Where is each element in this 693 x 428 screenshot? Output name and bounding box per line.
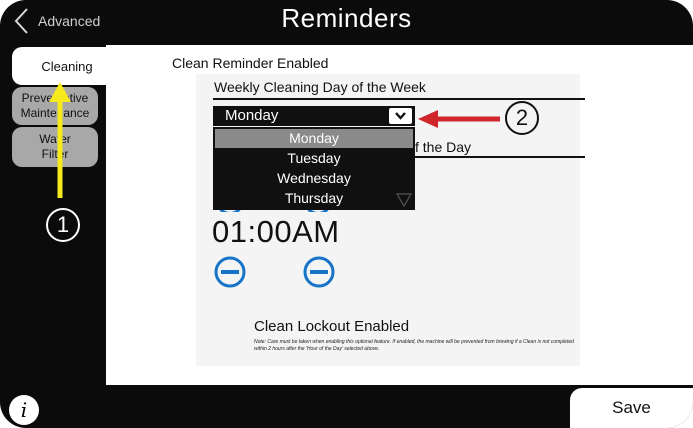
decrement-hour-button[interactable] — [214, 256, 246, 288]
day-of-week-select[interactable]: Monday — [213, 106, 415, 126]
day-option-thursday[interactable]: Thursday — [213, 189, 415, 208]
lockout-note-text: Note: Care must be taken when enabling t… — [254, 339, 574, 352]
annotation-arrow-left — [418, 110, 500, 128]
header-bar: Advanced Reminders — [0, 0, 693, 42]
chevron-down-icon — [395, 112, 406, 120]
time-value: 01:00AM — [212, 214, 340, 249]
device-frame: Advanced Reminders Cleaning Preventative… — [0, 0, 693, 428]
annotation-callout-2: 2 — [505, 101, 539, 135]
dropdown-toggle-button[interactable] — [389, 108, 412, 124]
day-dropdown-list[interactable]: Monday Tuesday Wednesday Thursday — [213, 127, 415, 210]
day-option-monday[interactable]: Monday — [215, 129, 413, 148]
day-option-tuesday[interactable]: Tuesday — [213, 149, 415, 168]
clean-reminder-enabled-label: Clean Reminder Enabled — [172, 55, 329, 71]
info-button[interactable]: i — [9, 395, 39, 425]
annotation-arrow-up — [49, 82, 71, 198]
decrement-minute-button[interactable] — [303, 256, 335, 288]
tab-cleaning[interactable]: Cleaning — [12, 47, 122, 85]
annotation-callout-1: 1 — [46, 208, 80, 242]
save-button[interactable]: Save — [570, 388, 693, 428]
tab-cleaning-label: Cleaning — [41, 58, 93, 74]
page-title: Reminders — [281, 3, 412, 33]
hour-of-day-label: f the Day — [415, 139, 472, 155]
weekly-cleaning-day-label: Weekly Cleaning Day of the Week — [214, 79, 426, 95]
day-option-wednesday[interactable]: Wednesday — [213, 169, 415, 188]
clean-lockout-enabled-label: Clean Lockout Enabled — [254, 318, 410, 335]
divider — [213, 98, 585, 100]
scroll-down-icon[interactable] — [396, 193, 412, 207]
